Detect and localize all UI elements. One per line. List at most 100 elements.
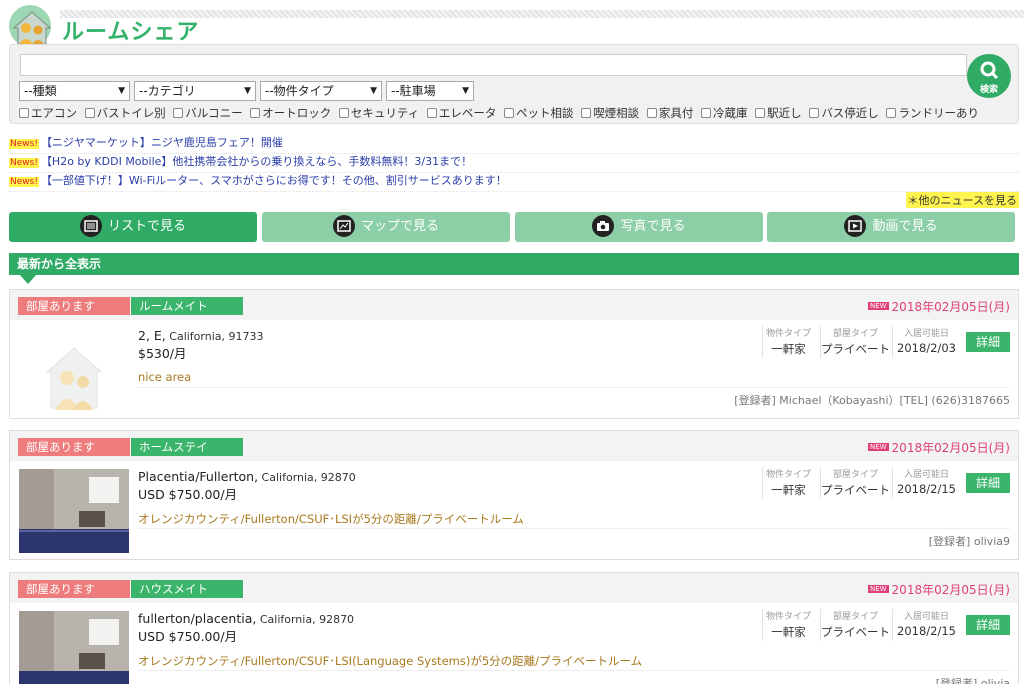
- tab-list-view[interactable]: リストで見る: [9, 212, 257, 242]
- detail-button[interactable]: 詳細: [966, 615, 1010, 635]
- checkbox-fridge[interactable]: 冷蔵庫: [701, 105, 748, 121]
- checkbox-label: ペット相談: [516, 106, 574, 120]
- room-type: 部屋タイプ プライベート: [820, 609, 890, 641]
- listing-address[interactable]: fullerton/placentia, California, 92870: [138, 611, 354, 626]
- listing-card[interactable]: 部屋あります ルームメイト NEW 2018年02月05日(月) 2, E, Ca…: [9, 289, 1019, 419]
- listing-card[interactable]: 部屋あります ホームステイ NEW 2018年02月05日(月) Placenti…: [9, 430, 1019, 560]
- meta-value: 2018/2/15: [897, 624, 956, 638]
- checkbox-smoking[interactable]: 喫煙相談: [581, 105, 639, 121]
- listing-title: fullerton/placentia,: [138, 611, 257, 626]
- news-item[interactable]: News! 【ニジヤマーケット】ニジヤ鹿児島フェア！開催: [9, 134, 1019, 154]
- checkbox-label: ランドリーあり: [898, 106, 979, 120]
- checkbox-label: エレベータ: [438, 106, 497, 120]
- meta-key: 部屋タイプ: [832, 470, 878, 480]
- checkbox-furnished[interactable]: 家具付: [646, 105, 694, 121]
- checkbox-security[interactable]: セキュリティ: [338, 105, 419, 121]
- listing-date-text: 2018年02月05日(月): [891, 441, 1010, 455]
- room-photo[interactable]: [19, 469, 129, 553]
- detail-button[interactable]: 詳細: [966, 473, 1010, 493]
- divider: [138, 387, 1010, 388]
- checkbox-separate-bath[interactable]: バストイレ別: [84, 105, 166, 121]
- meta-value: プライベート: [821, 483, 890, 497]
- meta-key: 物件タイプ: [765, 329, 811, 339]
- listing-address[interactable]: 2, E, California, 91733: [138, 328, 264, 343]
- search-button[interactable]: 検索: [967, 54, 1011, 98]
- news-item[interactable]: News! 【一部値下げ！】Wi-Fiルーター、スマホがさらにお得です！その他、割…: [9, 172, 1019, 192]
- checkbox-elevator[interactable]: エレベータ: [426, 105, 497, 121]
- detail-button[interactable]: 詳細: [966, 332, 1010, 352]
- listing-price: USD $750.00/月: [138, 629, 238, 644]
- listing-title: Placentia/Fullerton,: [138, 469, 259, 484]
- kind-select[interactable]: --種類 ▼: [19, 81, 130, 101]
- news-item[interactable]: News! 【H2o by KDDI Mobile】他社携帯会社からの乗り換えなら…: [9, 153, 1019, 173]
- property-type-select-value: --物件タイプ: [265, 84, 334, 98]
- checkbox-aircon[interactable]: エアコン: [19, 105, 77, 121]
- meta-key: 入居可能日: [903, 329, 949, 339]
- listing-location: California, 92870: [256, 613, 355, 626]
- tab-photo-view[interactable]: 写真で見る: [515, 212, 763, 242]
- registrant-info: [登録者] olivia9: [928, 535, 1010, 548]
- divider: [138, 670, 1010, 671]
- checkbox-label: 冷蔵庫: [713, 106, 748, 120]
- search-panel: --種類 ▼ --カテゴリ ▼ --物件タイプ ▼ --駐車場 ▼ エアコン バストイレ…: [9, 44, 1019, 124]
- news-tag: News!: [9, 158, 39, 168]
- news-tag: News!: [9, 139, 39, 149]
- listing-date: NEW 2018年02月05日(月): [867, 298, 1010, 315]
- listing-address[interactable]: Placentia/Fullerton, California, 92870: [138, 469, 356, 484]
- checkbox-autolock[interactable]: オートロック: [250, 105, 331, 121]
- listing-date: NEW 2018年02月05日(月): [867, 439, 1010, 456]
- checkbox-label: 家具付: [658, 106, 694, 120]
- meta-value: 2018/2/03: [897, 341, 956, 355]
- tab-label: リストで見る: [107, 219, 186, 234]
- listing-description: オレンジカウンティ/Fullerton/CSUF･LSIが5分の距離/プライベー…: [138, 512, 524, 526]
- checkbox-label: エアコン: [31, 106, 77, 120]
- site-title[interactable]: ルームシェア: [62, 14, 199, 46]
- meta-value: プライベート: [821, 342, 890, 356]
- search-icon: [980, 61, 999, 80]
- category-badge: ホームステイ: [131, 438, 243, 456]
- new-badge: NEW: [867, 584, 889, 593]
- parking-select[interactable]: --駐車場 ▼: [386, 81, 474, 101]
- status-badge: 部屋あります: [18, 297, 130, 315]
- new-badge: NEW: [867, 301, 889, 310]
- listing-card[interactable]: 部屋あります ハウスメイト NEW 2018年02月05日(月) fullerto…: [9, 572, 1019, 684]
- header-pattern-bar: [60, 10, 1024, 18]
- placeholder-house-icon[interactable]: [19, 328, 129, 412]
- category-select[interactable]: --カテゴリ ▼: [134, 81, 256, 101]
- tab-map-view[interactable]: マップで見る: [262, 212, 510, 242]
- meta-value: プライベート: [821, 625, 890, 639]
- checkbox-label: オートロック: [262, 106, 332, 120]
- feature-checkboxes: エアコン バストイレ別 バルコニー オートロック セキュリティ エレベータ ペッ…: [19, 105, 983, 121]
- property-type: 物件タイプ 一軒家: [762, 609, 814, 641]
- property-type-select[interactable]: --物件タイプ ▼: [260, 81, 382, 101]
- status-badge: 部屋あります: [18, 438, 130, 456]
- room-photo[interactable]: [19, 611, 129, 684]
- property-type: 物件タイプ 一軒家: [762, 326, 814, 358]
- category-badge: ハウスメイト: [131, 580, 243, 598]
- listing-price: $530/月: [138, 346, 187, 361]
- house-people-logo-icon[interactable]: [8, 4, 56, 48]
- tab-video-view[interactable]: 動画で見る: [767, 212, 1015, 242]
- more-news-link[interactable]: ＊他のニュースを見る: [905, 192, 1019, 208]
- listing-description: nice area: [138, 370, 192, 384]
- kind-select-value: --種類: [24, 84, 57, 98]
- checkbox-pets[interactable]: ペット相談: [504, 105, 574, 121]
- checkbox-near-station[interactable]: 駅近し: [755, 105, 802, 121]
- tab-label: マップで見る: [360, 219, 439, 234]
- meta-key: 物件タイプ: [765, 612, 811, 622]
- checkbox-laundry[interactable]: ランドリーあり: [886, 105, 979, 121]
- registrant-info: [登録者] olivia: [935, 677, 1010, 684]
- checkbox-label: 喫煙相談: [593, 106, 640, 120]
- tab-label: 動画で見る: [872, 219, 938, 234]
- checkbox-label: 駅近し: [767, 106, 802, 120]
- checkbox-near-bus[interactable]: バス停近し: [809, 105, 879, 121]
- property-type: 物件タイプ 一軒家: [762, 467, 814, 499]
- checkbox-balcony[interactable]: バルコニー: [173, 105, 243, 121]
- video-icon: [844, 214, 867, 237]
- listing-location: California, 92870: [258, 471, 356, 484]
- search-button-label: 検索: [979, 85, 998, 95]
- news-text: 【ニジヤマーケット】ニジヤ鹿児島フェア！開催: [40, 136, 283, 149]
- search-input[interactable]: [20, 54, 967, 76]
- registrant-info: [登録者] Michael（Kobayashi）[TEL] (626)31876…: [734, 394, 1010, 407]
- news-text: 【一部値下げ！】Wi-Fiルーター、スマホがさらにお得です！その他、割引サービス…: [40, 174, 507, 187]
